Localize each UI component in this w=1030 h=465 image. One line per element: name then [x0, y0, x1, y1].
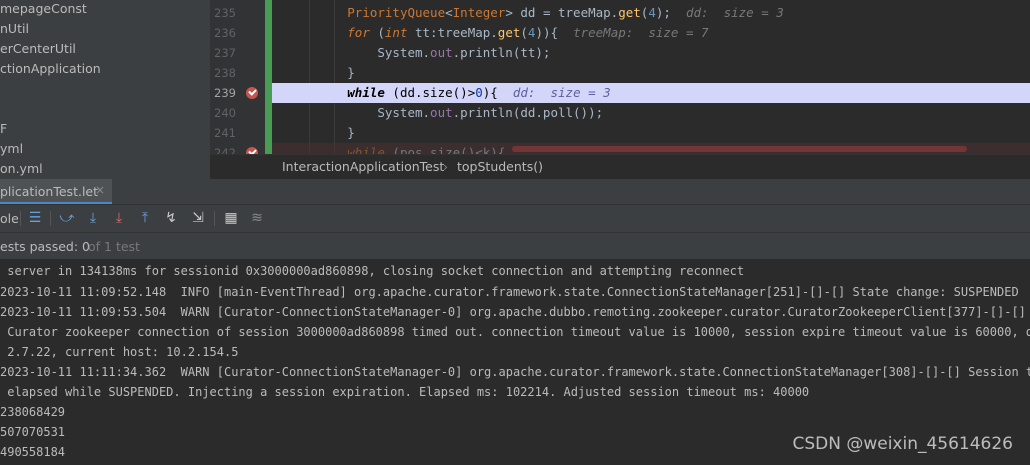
current-execution-line[interactable]: while (dd.size()>0){ dd: size = 3: [272, 83, 1030, 103]
code-line[interactable]: System.out.println(dd.poll());: [272, 103, 1030, 123]
console-line: 507070531: [0, 425, 66, 439]
vcs-change-marker: [265, 0, 272, 154]
breakpoint-icon[interactable]: [246, 87, 258, 99]
tab-run-configuration[interactable]: plicationTest.let ×: [0, 179, 112, 204]
run-tab-bar: plicationTest.let ×: [0, 179, 1030, 205]
line-number: 241: [214, 126, 236, 140]
console-line: 2.7.22, current host: 10.2.154.5: [0, 345, 239, 359]
code-text: PriorityQueue<Integer> dd = treeMap.get(…: [347, 5, 784, 20]
console-line: 2023-10-11 11:09:53.504 WARN [Curator-Co…: [0, 305, 1026, 319]
line-number: 235: [214, 6, 236, 20]
line-number: 238: [214, 66, 236, 80]
console-line: 2023-10-11 11:11:34.362 WARN [Curator-Co…: [0, 365, 1030, 379]
step-out-icon[interactable]: ⤒: [136, 209, 154, 227]
breadcrumb-class[interactable]: InteractionApplicationTest: [282, 159, 444, 174]
trace-icon[interactable]: ≋: [248, 209, 266, 227]
console-line: 490558184: [0, 445, 66, 459]
tree-item[interactable]: F: [0, 119, 7, 139]
code-editor[interactable]: PriorityQueue<Integer> dd = treeMap.get(…: [272, 0, 1030, 154]
drop-frame-icon[interactable]: ↯: [162, 209, 180, 227]
watermark: CSDN @weixin_45614626: [792, 434, 1013, 454]
divider: [50, 211, 51, 226]
code-line[interactable]: PriorityQueue<Integer> dd = treeMap.get(…: [272, 3, 1030, 23]
code-line[interactable]: }: [272, 63, 1030, 83]
editor-gutter[interactable]: 235 236 237 238 239 240 241 242: [210, 0, 272, 154]
line-number: 239: [214, 86, 236, 100]
tab-console[interactable]: ole: [0, 211, 19, 226]
console-line: 2023-10-11 11:09:52.148 INFO [main-Event…: [0, 285, 1019, 299]
tab-label: plicationTest.let: [0, 184, 99, 199]
console-line: server in 134138ms for sessionid 0x30000…: [0, 264, 745, 278]
run-toolbar: ole ☰ ⤻ ⤓ ⤓ ⤒ ↯ ⇲ ▦ ≋: [0, 205, 1030, 233]
step-into-icon[interactable]: ⤓: [110, 209, 128, 227]
breadcrumb: InteractionApplicationTest › topStudents…: [210, 154, 1030, 180]
run-to-cursor-icon[interactable]: ⇲: [189, 209, 207, 227]
tree-item[interactable]: nUtil: [0, 19, 29, 39]
project-tree: mepageConst nUtil erCenterUtil ctionAppl…: [0, 0, 210, 179]
tests-total-text: of 1 test: [88, 239, 140, 254]
line-number: 236: [214, 26, 236, 40]
tree-item[interactable]: on.yml: [0, 159, 43, 179]
tree-item[interactable]: erCenterUtil: [0, 39, 76, 59]
line-number: 240: [214, 106, 236, 120]
step-over-icon[interactable]: ⤓: [84, 209, 102, 227]
menu-icon[interactable]: ☰: [26, 209, 44, 227]
console-line: Curator zookeeper connection of session …: [0, 325, 1030, 339]
show-execution-point-icon[interactable]: ⤻: [58, 209, 76, 227]
breadcrumb-separator: ›: [443, 159, 448, 174]
close-icon[interactable]: ×: [95, 183, 105, 197]
tree-item[interactable]: yml: [0, 139, 23, 159]
code-line[interactable]: for (int tt:treeMap.get(4)){ treeMap: si…: [272, 23, 1030, 43]
tests-passed-text: ests passed: 0: [0, 239, 90, 254]
divider: [214, 211, 215, 226]
console-line: 238068429: [0, 405, 66, 419]
line-number: 237: [214, 46, 236, 60]
evaluate-expression-icon[interactable]: ▦: [222, 209, 240, 227]
tree-item[interactable]: ctionApplication: [0, 59, 101, 79]
breakpoint-icon[interactable]: [246, 147, 258, 154]
line-number: 242: [214, 146, 236, 154]
code-line[interactable]: }: [272, 123, 1030, 143]
test-status-bar: ests passed: 0 of 1 test: [0, 233, 1030, 259]
divider: [20, 211, 21, 226]
console-line: elapsed while SUSPENDED. Injecting a ses…: [0, 385, 810, 399]
breadcrumb-method[interactable]: topStudents(): [457, 159, 543, 174]
horizontal-scrollbar[interactable]: [512, 146, 967, 152]
tree-item[interactable]: mepageConst: [0, 0, 87, 19]
code-line[interactable]: System.out.println(tt);: [272, 43, 1030, 63]
